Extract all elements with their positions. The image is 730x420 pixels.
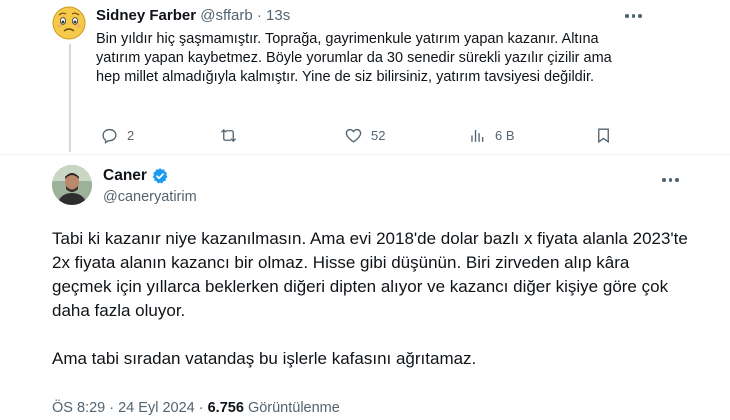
main-paragraph-1: Tabi ki kazanır niye kazanılmasın. Ama e… <box>52 229 688 320</box>
verified-badge-icon <box>152 168 168 184</box>
main-handle[interactable]: @caneryatirim <box>103 189 197 205</box>
main-views-label: Görüntülenme <box>247 400 340 416</box>
bookmark-icon <box>598 128 609 144</box>
worried-face-emoji-icon <box>52 6 86 40</box>
like-count: 52 <box>371 128 386 143</box>
main-date[interactable]: 24 Eyl 2024 <box>118 400 195 416</box>
reply-action-repost[interactable] <box>219 126 246 145</box>
main-more-icon[interactable] <box>662 178 679 182</box>
reply-display-name[interactable]: Sidney Farber <box>96 7 196 24</box>
views-count: 6 B <box>495 128 515 143</box>
reply-action-bookmark[interactable] <box>594 126 613 145</box>
user-photo-avatar-icon <box>52 165 92 205</box>
reply-action-reply[interactable]: 2 <box>100 126 134 145</box>
reply-more-icon[interactable] <box>625 14 642 18</box>
main-header: Caner <box>103 167 169 185</box>
main-views-count: 6.756 <box>207 400 244 416</box>
reply-text: Bin yıldır hiç şaşmamıştır. Toprağa, gay… <box>96 31 612 85</box>
main-avatar[interactable] <box>52 165 92 205</box>
reply-time[interactable]: 13s <box>266 7 290 24</box>
reply-avatar[interactable] <box>50 4 88 42</box>
main-tweet-text: Tabi ki kazanır niye kazanılmasın. Ama e… <box>52 227 692 371</box>
heart-icon <box>345 128 362 143</box>
main-display-name[interactable]: Caner <box>103 167 147 185</box>
main-time[interactable]: ÖS 8:29 <box>52 400 105 416</box>
reply-handle[interactable]: @sffarb <box>200 7 252 24</box>
reply-divider <box>0 154 730 155</box>
reply-header: Sidney Farber @sffarb · 13s <box>96 7 290 24</box>
reply-count: 2 <box>127 128 135 143</box>
reply-separator: · <box>256 7 262 24</box>
main-paragraph-2: Ama tabi sıradan vatandaş bu işlerle kaf… <box>52 349 477 368</box>
thread-connector-line <box>69 44 71 152</box>
repost-icon <box>220 129 237 142</box>
reply-action-like[interactable]: 52 <box>344 126 385 145</box>
analytics-icon <box>471 129 484 142</box>
reply-action-views[interactable]: 6 B <box>468 126 515 145</box>
main-meta: ÖS 8:29 · 24 Eyl 2024 · 6.756 Görüntülen… <box>52 400 340 416</box>
reply-icon <box>102 128 117 144</box>
